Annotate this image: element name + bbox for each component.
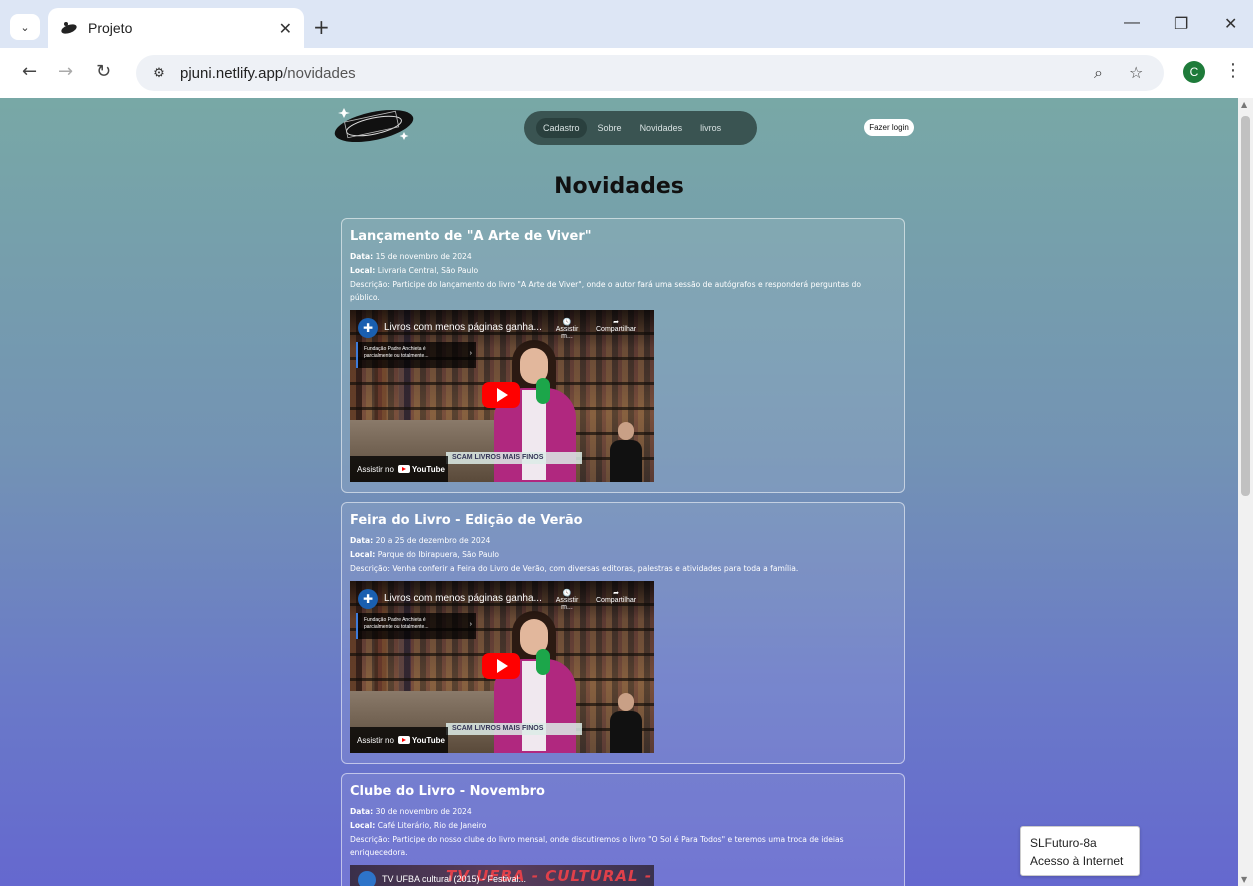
event-place: Local: Parque do Ibirapuera, São Paulo [350, 550, 500, 559]
channel-logo-icon[interactable]: ✚ [358, 318, 378, 338]
share-button[interactable]: ➦ Compartilhar [596, 589, 636, 604]
event-card: Lançamento de "A Arte de Viver" Data: 15… [341, 218, 905, 493]
watch-on-youtube-button[interactable]: Assistir no YouTube [350, 727, 448, 753]
network-status: Acesso à Internet [1030, 854, 1124, 868]
microphone-image [536, 649, 550, 675]
network-tooltip: SLFuturo-8a Acesso à Internet [1020, 826, 1140, 876]
event-card: Feira do Livro - Edição de Verão Data: 2… [341, 502, 905, 764]
youtube-embed[interactable]: ✚ Livros com menos páginas ganha... 🕓 Ass… [350, 310, 654, 482]
video-title[interactable]: TV UFBA cultural (2015) - Festival... [382, 874, 526, 884]
event-description: Descrição: Venha conferir a Feira do Liv… [350, 564, 799, 573]
video-title[interactable]: Livros com menos páginas ganha... [384, 593, 542, 604]
event-date: Data: 30 de novembro de 2024 [350, 807, 472, 816]
browser-tab[interactable]: Projeto ✕ [48, 8, 304, 48]
address-bar[interactable]: ⚙ pjuni.netlify.app/novidades ⌕ ☆ [136, 55, 1164, 91]
youtube-logo-icon: YouTube [397, 736, 445, 745]
new-tab-icon[interactable]: + [313, 15, 330, 39]
play-icon [497, 388, 508, 402]
sign-interpreter-image [606, 693, 646, 753]
event-title: Clube do Livro - Novembro [350, 784, 545, 799]
main-nav: Cadastro Sobre Novidades livros [524, 111, 757, 145]
watch-later-button[interactable]: 🕓 Assistir m... [550, 318, 584, 340]
event-date: Data: 20 a 25 de dezembro de 2024 [350, 536, 491, 545]
video-caption: SCAM LIVROS MAIS FINOS [446, 723, 582, 735]
back-icon[interactable]: ← [22, 61, 37, 82]
network-name: SLFuturo-8a [1030, 836, 1097, 850]
tab-close-icon[interactable]: ✕ [279, 19, 292, 38]
event-date: Data: 15 de novembro de 2024 [350, 252, 472, 261]
youtube-logo-icon: YouTube [397, 465, 445, 474]
youtube-embed[interactable]: TV UFBA - CULTURAL - 2015 TV UFBA cultur… [350, 865, 654, 886]
reload-icon[interactable]: ↻ [96, 61, 111, 82]
info-panel[interactable]: Fundação Padre Anchieta é parcialmente ou… [356, 342, 476, 368]
channel-logo-icon[interactable]: ✚ [358, 589, 378, 609]
event-place: Local: Café Literário, Rio de Janeiro [350, 821, 487, 830]
page-viewport: Cadastro Sobre Novidades livros Fazer lo… [0, 98, 1238, 886]
profile-avatar[interactable]: C [1183, 61, 1205, 83]
forward-icon[interactable]: → [58, 61, 73, 82]
favicon-icon [61, 22, 77, 34]
video-title[interactable]: Livros com menos páginas ganha... [384, 322, 542, 333]
sign-interpreter-image [606, 422, 646, 482]
site-info-icon[interactable]: ⚙ [144, 66, 174, 81]
event-place: Local: Livraria Central, São Paulo [350, 266, 479, 275]
nav-novidades[interactable]: Novidades [633, 118, 690, 138]
minimize-icon[interactable]: — [1124, 14, 1140, 32]
youtube-embed[interactable]: ✚ Livros com menos páginas ganha... 🕓 Ass… [350, 581, 654, 753]
scroll-down-icon[interactable]: ▼ [1241, 875, 1247, 884]
scroll-thumb[interactable] [1241, 116, 1250, 496]
chevron-right-icon: › [469, 350, 472, 357]
event-card: Clube do Livro - Novembro Data: 30 de no… [341, 773, 905, 886]
login-button[interactable]: Fazer login [864, 119, 914, 136]
clock-icon: 🕓 [562, 319, 572, 326]
event-description: Descrição: Participe do nosso clube do l… [350, 835, 844, 857]
event-title: Feira do Livro - Edição de Verão [350, 513, 583, 528]
share-icon: ➦ [613, 590, 619, 597]
microphone-image [536, 378, 550, 404]
restore-icon[interactable]: ❐ [1174, 14, 1188, 34]
scroll-up-icon[interactable]: ▲ [1241, 100, 1247, 109]
clock-icon: 🕓 [562, 590, 572, 597]
tab-search-icon[interactable]: ⌄ [10, 14, 40, 40]
video-caption: SCAM LIVROS MAIS FINOS [446, 452, 582, 464]
browser-toolbar: ← → ↻ ⚙ pjuni.netlify.app/novidades ⌕ ☆ … [0, 48, 1253, 98]
play-icon [497, 659, 508, 673]
page-scrollbar[interactable]: ▲ ▼ [1238, 98, 1253, 886]
chevron-right-icon: › [469, 621, 472, 628]
nav-sobre[interactable]: Sobre [591, 118, 629, 138]
event-description: Descrição: Participe do lançamento do li… [350, 280, 861, 302]
watch-later-button[interactable]: 🕓 Assistir m... [550, 589, 584, 611]
info-panel[interactable]: Fundação Padre Anchieta é parcialmente ou… [356, 613, 476, 639]
nav-cadastro[interactable]: Cadastro [536, 118, 587, 138]
share-icon: ➦ [613, 319, 619, 326]
site-logo[interactable] [332, 104, 416, 146]
play-button[interactable] [482, 653, 520, 679]
bookmark-star-icon[interactable]: ☆ [1129, 63, 1143, 82]
menu-icon[interactable]: ⋮ [1224, 60, 1242, 81]
event-title: Lançamento de "A Arte de Viver" [350, 229, 592, 244]
watch-on-youtube-button[interactable]: Assistir no YouTube [350, 456, 448, 482]
channel-logo-icon[interactable] [358, 871, 376, 886]
nav-livros[interactable]: livros [693, 118, 728, 138]
tab-strip: ⌄ Projeto ✕ + — ❐ ✕ [0, 0, 1253, 48]
url-text[interactable]: pjuni.netlify.app/novidades [180, 65, 356, 82]
tab-title: Projeto [88, 20, 133, 36]
page-title: Novidades [554, 174, 684, 199]
play-button[interactable] [482, 382, 520, 408]
zoom-icon[interactable]: ⌕ [1094, 63, 1103, 83]
close-icon[interactable]: ✕ [1224, 14, 1237, 34]
share-button[interactable]: ➦ Compartilhar [596, 318, 636, 333]
